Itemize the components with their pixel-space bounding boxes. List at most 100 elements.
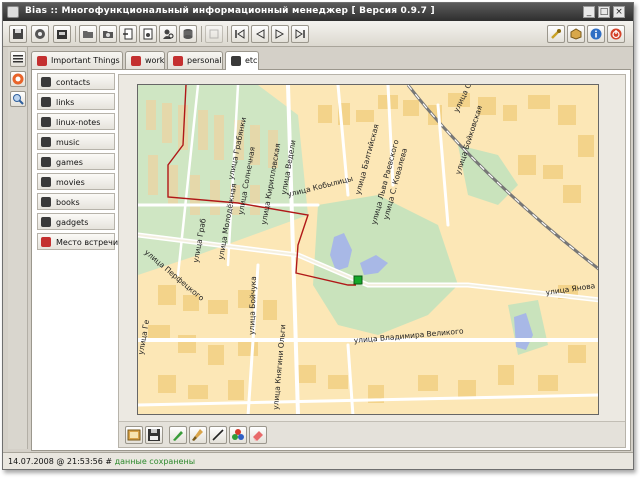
tab-label: work: [145, 56, 165, 65]
meeting-icon: [41, 237, 51, 247]
export-button[interactable]: [53, 25, 71, 43]
search-person-icon: [163, 29, 174, 39]
music-icon: [41, 137, 51, 147]
status-bar: 14.07.2008 @ 21:53:56 # данные сохранены: [3, 452, 633, 469]
left-sidebar: [8, 47, 28, 449]
pencil-icon: [173, 431, 183, 441]
minimize-button[interactable]: _: [583, 6, 595, 18]
document-settings-button[interactable]: [139, 25, 157, 43]
contacts-icon: [41, 77, 51, 87]
exit-button[interactable]: [607, 25, 625, 43]
close-button[interactable]: ×: [613, 6, 625, 18]
notes-icon: [231, 56, 241, 66]
photo-folder-icon: [103, 31, 113, 38]
magnifier-icon: [13, 94, 24, 105]
check-icon: [41, 217, 51, 227]
save-icon: [13, 29, 23, 39]
package-icon: [570, 28, 582, 40]
database-icon: [183, 29, 193, 39]
forward-icon: [275, 29, 285, 39]
database-button[interactable]: [179, 25, 197, 43]
color-button[interactable]: [229, 426, 247, 444]
maximize-button[interactable]: □: [598, 6, 610, 18]
search-person-button[interactable]: [159, 25, 177, 43]
tab-work[interactable]: work: [125, 51, 165, 69]
bookmark-icon: [37, 56, 47, 66]
photo-folder-button[interactable]: [99, 25, 117, 43]
nav-item-movies[interactable]: movies: [37, 173, 115, 190]
save-note-button[interactable]: [145, 426, 163, 444]
palette-icon: [232, 429, 244, 440]
tab-content: contacts links linux-notes music games m…: [31, 69, 631, 451]
last-record-button[interactable]: [291, 25, 309, 43]
line-button[interactable]: [209, 426, 227, 444]
last-icon: [295, 29, 305, 39]
package-button[interactable]: [567, 25, 585, 43]
etc-category-list: contacts links linux-notes music games m…: [37, 73, 118, 445]
search-button[interactable]: [10, 91, 26, 107]
disabled-icon: [209, 29, 219, 39]
gamepad-icon: [41, 157, 51, 167]
eraser-icon: [253, 431, 263, 441]
tools-button[interactable]: [547, 25, 565, 43]
google-icon: [12, 73, 24, 85]
app-window: Bias :: Многофункциональный информационн…: [2, 2, 634, 470]
tab-etc[interactable]: etc: [225, 51, 259, 70]
next-button[interactable]: [271, 25, 289, 43]
insert-image-button[interactable]: [125, 426, 143, 444]
image-icon: [127, 429, 141, 441]
nav-item-music[interactable]: music: [37, 133, 115, 150]
document-gear-icon: [143, 28, 153, 40]
open-folder-button[interactable]: [79, 25, 97, 43]
tab-important-things[interactable]: Important Things: [31, 51, 123, 69]
open-folder-icon: [83, 31, 93, 38]
eraser-button[interactable]: [249, 426, 267, 444]
person-icon: [173, 56, 183, 66]
first-icon: [235, 29, 245, 39]
nav-item-links[interactable]: links: [37, 93, 115, 110]
info-button[interactable]: [587, 25, 605, 43]
nav-item-label: music: [56, 138, 80, 147]
document-icon: [131, 56, 141, 66]
google-button[interactable]: [10, 71, 26, 87]
map-canvas: улица Грабянки улица Молодёжная улица Со…: [138, 85, 598, 414]
save-button[interactable]: [9, 25, 27, 43]
brush-button[interactable]: [189, 426, 207, 444]
import-button[interactable]: [119, 25, 137, 43]
brush-icon: [192, 429, 203, 441]
tab-label: Important Things: [51, 56, 120, 65]
info-icon: [590, 28, 602, 40]
map-image[interactable]: улица Грабянки улица Молодёжная улица Со…: [137, 84, 599, 415]
nav-item-games[interactable]: games: [37, 153, 115, 170]
previous-button[interactable]: [251, 25, 269, 43]
arrow-into-document-icon: [123, 28, 133, 40]
drawing-toolbar: [119, 421, 625, 447]
nav-item-books[interactable]: books: [37, 193, 115, 210]
nav-item-contacts[interactable]: contacts: [37, 73, 115, 90]
main-toolbar: [3, 21, 633, 47]
nav-item-label: links: [56, 98, 75, 107]
export-icon: [57, 30, 67, 39]
title-bar: Bias :: Многофункциональный информационн…: [3, 3, 633, 21]
status-datetime: 14.07.2008 @ 21:53:56: [8, 457, 103, 466]
power-icon: [610, 28, 622, 40]
floppy-icon: [148, 429, 160, 441]
wrench-icon: [551, 29, 561, 39]
settings-button[interactable]: [31, 25, 49, 43]
nav-item-label: games: [56, 158, 83, 167]
back-icon: [255, 29, 265, 39]
nav-item-label: books: [56, 198, 80, 207]
link-arrow-icon: [41, 97, 51, 107]
nav-item-meeting-place[interactable]: Место встречи: [37, 233, 118, 250]
pencil-button[interactable]: [169, 426, 187, 444]
first-record-button[interactable]: [231, 25, 249, 43]
book-icon: [41, 197, 51, 207]
list-view-button[interactable]: [10, 51, 26, 67]
nav-item-linux-notes[interactable]: linux-notes: [37, 113, 115, 130]
window-title: Bias :: Многофункциональный информационн…: [25, 6, 435, 16]
movie-icon: [41, 177, 51, 187]
tab-label: etc: [245, 56, 258, 65]
tab-personal[interactable]: personal: [167, 51, 223, 69]
status-text: 14.07.2008 @ 21:53:56 # данные сохранены: [8, 457, 195, 466]
nav-item-gadgets[interactable]: gadgets: [37, 213, 115, 230]
